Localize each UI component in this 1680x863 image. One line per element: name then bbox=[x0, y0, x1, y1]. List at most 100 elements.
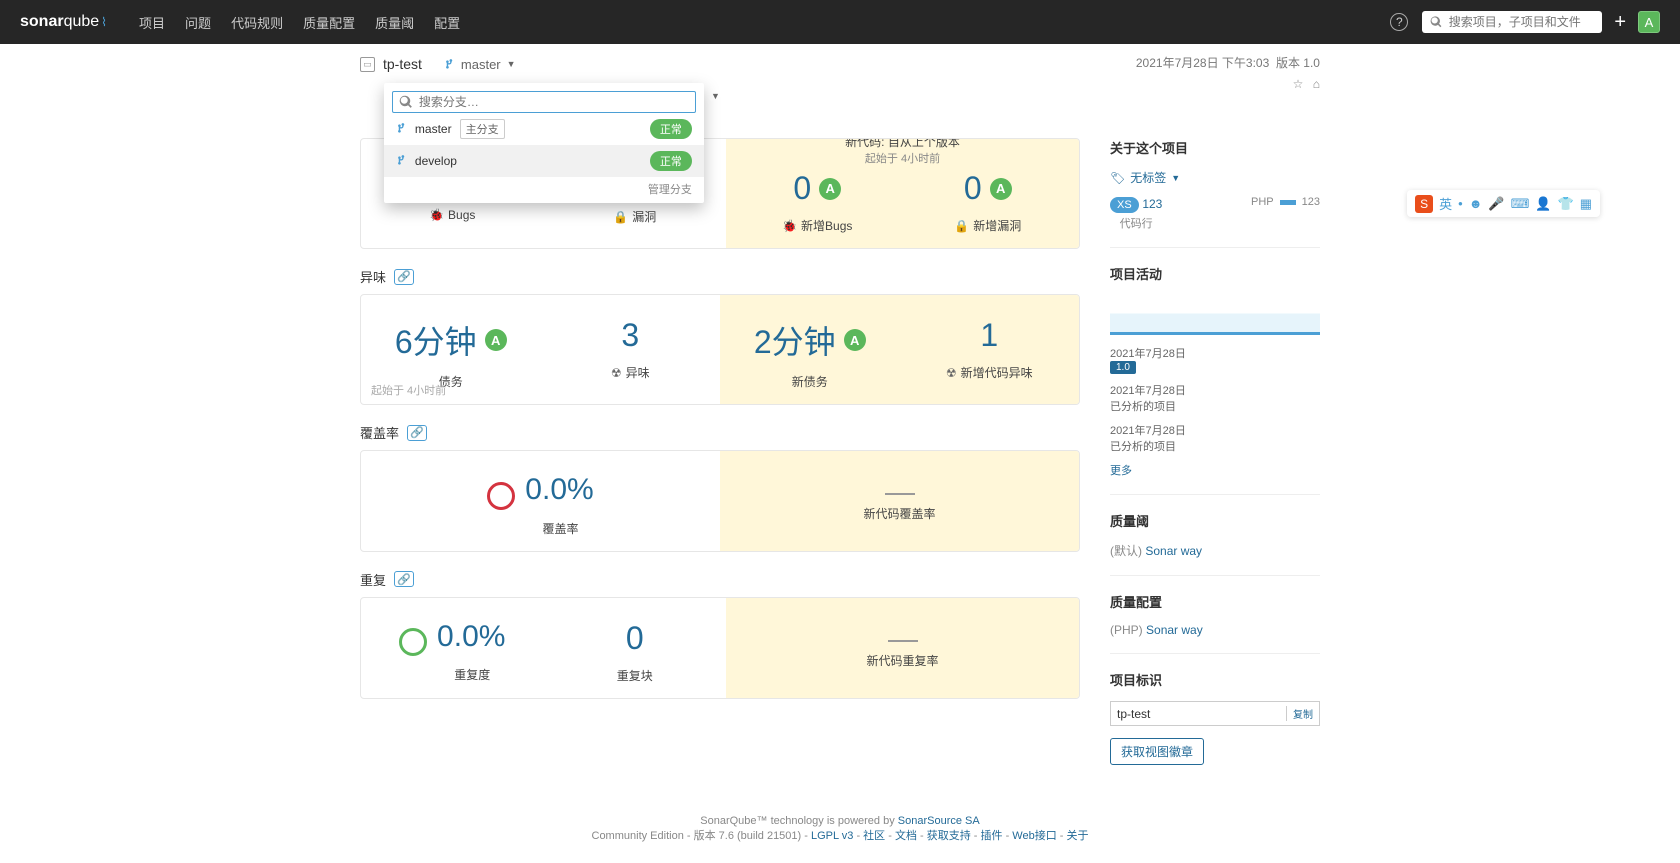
status-badge: 正常 bbox=[650, 151, 692, 171]
branch-row-develop[interactable]: develop 正常 bbox=[384, 145, 704, 177]
version-label: 版本 1.0 bbox=[1276, 56, 1320, 70]
footer-link[interactable]: 文档 bbox=[895, 830, 917, 842]
help-icon[interactable]: ? bbox=[1390, 13, 1408, 31]
search-icon bbox=[399, 95, 413, 109]
lock-icon: 🔒 bbox=[954, 219, 969, 233]
chevron-down-icon: ▼ bbox=[711, 91, 720, 101]
grid-icon[interactable]: ▦ bbox=[1580, 196, 1592, 212]
link-icon[interactable]: 🔗 bbox=[407, 425, 427, 441]
last-analysis-date: 2021年7月28日 下午3:03 bbox=[1136, 56, 1269, 70]
quality-profile-title: 质量配置 bbox=[1110, 592, 1320, 611]
footer-link[interactable]: LGPL v3 bbox=[811, 830, 853, 842]
tags-link[interactable]: 🏷 无标签 ▼ bbox=[1110, 169, 1320, 186]
metric-new-coverage[interactable]: 新代码覆盖率 bbox=[720, 451, 1079, 551]
project-key-value: tp-test bbox=[1117, 707, 1150, 721]
nav-qgates[interactable]: 质量阈 bbox=[365, 13, 424, 32]
version-badge: 1.0 bbox=[1110, 361, 1136, 374]
footer-link[interactable]: 关于 bbox=[1067, 830, 1089, 842]
rating-badge: A bbox=[844, 329, 866, 351]
quality-gate-link[interactable]: Sonar way bbox=[1145, 544, 1202, 558]
section-duplication: 重复 bbox=[360, 570, 386, 589]
user-avatar[interactable]: A bbox=[1638, 11, 1660, 33]
person-icon[interactable]: 👤 bbox=[1535, 196, 1551, 212]
branch-search-input[interactable] bbox=[419, 95, 689, 109]
branch-row-master[interactable]: master 主分支 正常 bbox=[392, 113, 696, 145]
metric-new-debt[interactable]: 2分钟A 新债务 bbox=[720, 295, 900, 404]
metric-coverage[interactable]: 0.0% 覆盖率 bbox=[361, 451, 720, 551]
lock-icon: 🔒 bbox=[613, 210, 628, 224]
footer-link[interactable]: Web接口 bbox=[1012, 830, 1056, 842]
global-search[interactable] bbox=[1422, 11, 1602, 33]
footer-link[interactable]: 社区 bbox=[863, 830, 885, 842]
radiation-icon: ☢ bbox=[611, 366, 622, 380]
nav-admin[interactable]: 配置 bbox=[424, 13, 470, 32]
radiation-icon: ☢ bbox=[946, 366, 957, 380]
ime-icon[interactable]: • bbox=[1458, 196, 1463, 211]
shirt-icon[interactable]: 👕 bbox=[1558, 196, 1574, 212]
metric-new-vulnerabilities[interactable]: 0A 🔒新增漏洞 bbox=[903, 170, 1074, 234]
metric-new-bugs[interactable]: 0A 🐞新增Bugs bbox=[732, 170, 903, 234]
project-name[interactable]: tp-test bbox=[383, 56, 422, 72]
wave-icon: ⌇ bbox=[101, 15, 107, 29]
nav-projects[interactable]: 项目 bbox=[129, 13, 175, 32]
microphone-icon[interactable]: 🎤 bbox=[1488, 196, 1504, 212]
section-coverage: 覆盖率 bbox=[360, 423, 399, 442]
language-bar: PHP 123 bbox=[1251, 196, 1320, 208]
get-badge-button[interactable]: 获取视图徽章 bbox=[1110, 738, 1204, 765]
nav-rules[interactable]: 代码规则 bbox=[221, 13, 293, 32]
chevron-down-icon: ▼ bbox=[507, 59, 516, 69]
rating-badge: A bbox=[990, 178, 1012, 200]
loc-value[interactable]: 123 bbox=[1142, 197, 1162, 211]
new-code-title: 新代码: 自从上个版本 bbox=[845, 138, 960, 149]
star-icon[interactable]: ☆ bbox=[1293, 77, 1304, 91]
status-badge: 正常 bbox=[650, 119, 692, 139]
ime-icon[interactable]: ☻ bbox=[1469, 196, 1483, 211]
footer-link[interactable]: 插件 bbox=[981, 830, 1003, 842]
footer: SonarQube™ technology is powered by Sona… bbox=[0, 765, 1680, 863]
metric-debt[interactable]: 6分钟A 债务 起始于 4小时前 bbox=[361, 295, 541, 404]
metric-new-duplication[interactable]: 新代码重复率 bbox=[726, 598, 1079, 698]
metric-dup-blocks[interactable]: 0 重复块 bbox=[544, 598, 727, 698]
size-badge: XS bbox=[1110, 197, 1139, 213]
branch-icon bbox=[396, 122, 407, 135]
metric-duplication[interactable]: 0.0% 重复度 bbox=[361, 598, 544, 698]
branch-dropdown: ▼ master 主分支 正常 develop 正常 管理分支 bbox=[384, 83, 704, 203]
bug-icon: 🐞 bbox=[429, 208, 444, 222]
nav-qprofiles[interactable]: 质量配置 bbox=[293, 13, 365, 32]
sonarsource-link[interactable]: SonarSource SA bbox=[898, 815, 980, 827]
nav-issues[interactable]: 问题 bbox=[175, 13, 221, 32]
brand-logo[interactable]: sonarqube⌇ bbox=[20, 13, 107, 31]
section-smells: 异味 bbox=[360, 267, 386, 286]
rating-badge: A bbox=[485, 329, 507, 351]
create-button[interactable]: + bbox=[1614, 11, 1626, 34]
activity-title: 项目活动 bbox=[1110, 264, 1320, 283]
about-title: 关于这个项目 bbox=[1110, 138, 1320, 157]
branch-icon bbox=[396, 154, 407, 167]
quality-profile-link[interactable]: Sonar way bbox=[1146, 623, 1203, 637]
rating-badge: A bbox=[819, 178, 841, 200]
project-key-title: 项目标识 bbox=[1110, 670, 1320, 689]
copy-button[interactable]: 复制 bbox=[1286, 706, 1313, 721]
more-activity-link[interactable]: 更多 bbox=[1110, 465, 1132, 477]
quality-gate-title: 质量阈 bbox=[1110, 511, 1320, 530]
search-input[interactable] bbox=[1449, 15, 1595, 29]
chevron-down-icon: ▼ bbox=[1171, 173, 1180, 183]
branch-selector[interactable]: master ▼ bbox=[444, 57, 516, 72]
keyboard-icon[interactable]: ⌨ bbox=[1511, 196, 1530, 212]
link-icon[interactable]: 🔗 bbox=[394, 269, 414, 285]
ime-toolbar: S 英 • ☻ 🎤 ⌨ 👤 👕 ▦ bbox=[1407, 190, 1600, 217]
sogou-icon: S bbox=[1415, 195, 1433, 213]
coverage-ring-icon bbox=[487, 482, 515, 510]
metric-smells[interactable]: 3 ☢异味 bbox=[541, 295, 721, 404]
branch-icon bbox=[444, 58, 455, 71]
manage-branches-link[interactable]: 管理分支 bbox=[392, 177, 696, 197]
link-icon[interactable]: 🔗 bbox=[394, 571, 414, 587]
main-branch-chip: 主分支 bbox=[460, 119, 505, 139]
duplication-ring-icon bbox=[399, 628, 427, 656]
search-icon bbox=[1430, 15, 1442, 29]
home-icon[interactable]: ⌂ bbox=[1313, 77, 1320, 91]
activity-chart[interactable] bbox=[1110, 295, 1320, 335]
project-icon: ▭ bbox=[360, 57, 375, 72]
metric-new-smells[interactable]: 1 ☢新增代码异味 bbox=[900, 295, 1080, 404]
footer-link[interactable]: 获取支持 bbox=[927, 830, 971, 842]
